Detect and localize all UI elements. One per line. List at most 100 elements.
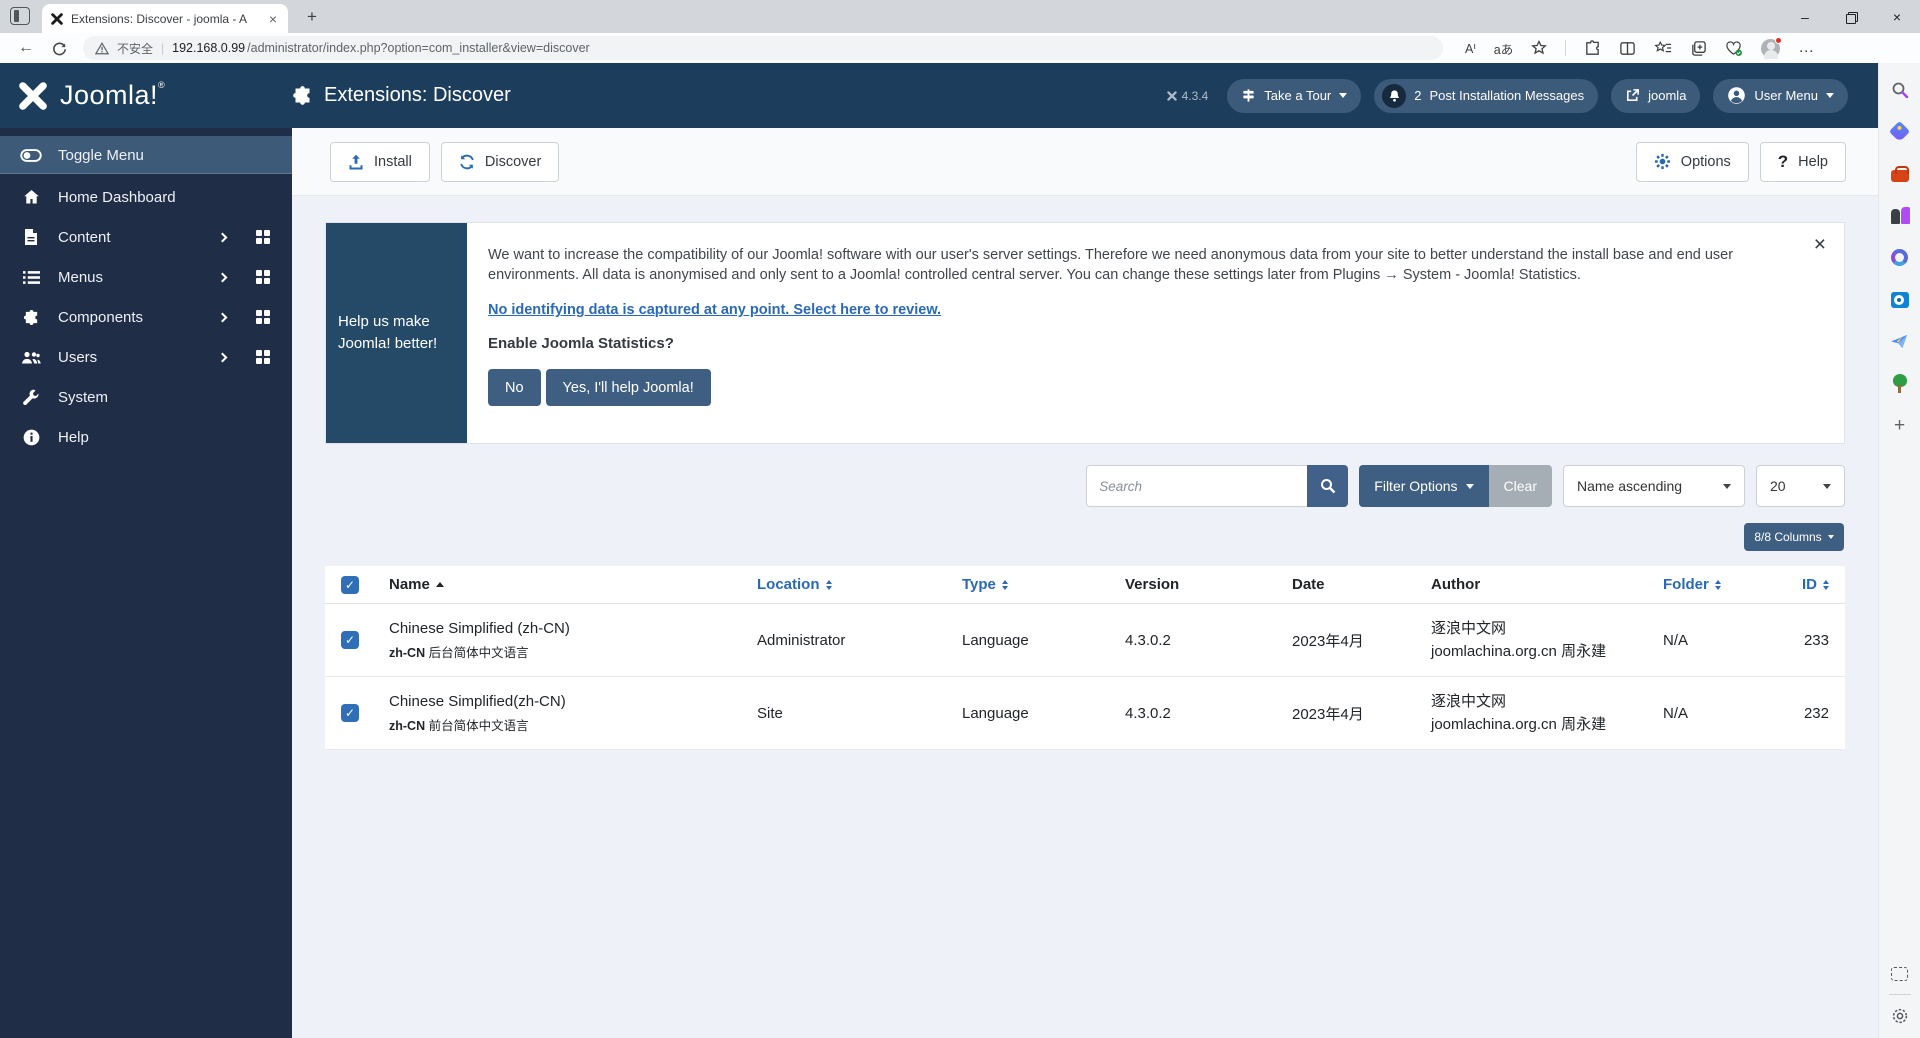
joomla-brand: Joomla!®: [0, 79, 292, 113]
sidebar-item-help[interactable]: Help: [0, 417, 292, 457]
search-icon: [1320, 478, 1336, 494]
window-restore-button[interactable]: [1828, 0, 1874, 33]
collections-icon[interactable]: [1690, 40, 1707, 57]
not-secure-label[interactable]: 不安全: [117, 40, 153, 57]
sidebar-item-home-dashboard[interactable]: Home Dashboard: [0, 177, 292, 217]
column-header-version: Version: [1125, 576, 1292, 593]
cell-location: Administrator: [757, 632, 962, 649]
not-secure-warning-icon: [95, 42, 109, 55]
tab-title: Extensions: Discover - joomla - A: [71, 12, 259, 26]
puzzle-icon: [20, 309, 42, 326]
column-header-location[interactable]: Location: [757, 576, 962, 593]
profile-avatar[interactable]: [1761, 39, 1780, 58]
sidebar-shopping-icon[interactable]: [1889, 121, 1910, 142]
statistics-no-button[interactable]: No: [488, 369, 541, 406]
post-installation-messages-button[interactable]: 2 Post Installation Messages: [1374, 79, 1598, 113]
translate-icon[interactable]: aあ: [1494, 39, 1513, 58]
install-button[interactable]: Install: [330, 142, 430, 182]
select-all-checkbox[interactable]: ✓: [341, 576, 359, 594]
home-icon: [20, 189, 42, 205]
column-header-type[interactable]: Type: [962, 576, 1125, 593]
row-checkbox[interactable]: ✓: [341, 704, 359, 722]
browser-tab[interactable]: Extensions: Discover - joomla - A ×: [42, 4, 288, 33]
sort-ascending-icon: [436, 582, 444, 587]
extension-name: Chinese Simplified (zh-CN): [389, 620, 570, 637]
table-row: ✓ Chinese Simplified(zh-CN) zh-CN 前台简体中文…: [325, 677, 1845, 750]
refresh-icon[interactable]: [52, 41, 67, 56]
column-header-id[interactable]: ID: [1769, 576, 1829, 593]
chevron-right-icon: [218, 352, 228, 362]
favorite-star-icon[interactable]: [1531, 40, 1547, 56]
messages-count-badge: 2: [1414, 88, 1421, 103]
user-menu-button[interactable]: User Menu: [1713, 79, 1848, 113]
external-link-icon: [1625, 88, 1640, 103]
statistics-review-link[interactable]: No identifying data is captured at any p…: [488, 302, 941, 318]
column-header-name[interactable]: Name: [389, 576, 757, 593]
cell-date: 2023年4月: [1292, 630, 1431, 651]
read-aloud-icon[interactable]: Aᑊ: [1465, 41, 1476, 56]
table-header-row: ✓ Name Location Type Version Date Author…: [325, 566, 1845, 604]
favorites-list-icon[interactable]: [1654, 40, 1672, 56]
sidebar-item-system[interactable]: System: [0, 377, 292, 417]
dashboard-grid-icon[interactable]: [256, 270, 270, 284]
clear-button[interactable]: Clear: [1489, 465, 1552, 507]
sort-both-icon: [826, 580, 832, 590]
sidebar-item-content[interactable]: Content: [0, 217, 292, 257]
row-checkbox[interactable]: ✓: [341, 631, 359, 649]
more-menu-icon[interactable]: …: [1798, 39, 1815, 57]
window-minimize-button[interactable]: –: [1782, 0, 1828, 33]
cell-type: Language: [962, 632, 1125, 649]
screenshot-icon[interactable]: [1889, 963, 1910, 984]
take-a-tour-button[interactable]: Take a Tour: [1227, 79, 1361, 113]
close-icon[interactable]: ×: [1814, 233, 1826, 257]
search-button[interactable]: [1307, 465, 1348, 507]
joomla-favicon: [50, 12, 64, 26]
sidebar-settings-gear-icon[interactable]: [1889, 1005, 1910, 1026]
help-button[interactable]: ? Help: [1760, 142, 1846, 182]
back-icon[interactable]: ←: [18, 39, 34, 57]
sidebar-search-icon[interactable]: [1889, 79, 1910, 100]
view-site-button[interactable]: joomla: [1611, 79, 1700, 113]
cell-author: 逐浪中文网joomlachina.org.cn 周永建: [1431, 619, 1663, 661]
page-title: Extensions: Discover: [292, 84, 511, 107]
sidebar-drop-icon[interactable]: [1889, 331, 1910, 352]
sidebar-outlook-icon[interactable]: [1889, 289, 1910, 310]
main-content: Install Discover Options ? Help Help us …: [292, 128, 1878, 1038]
filter-bar: Filter Options Clear Name ascending 20: [292, 465, 1845, 507]
tour-signpost-icon: [1241, 88, 1256, 103]
sidebar-games-icon[interactable]: [1889, 205, 1910, 226]
statistics-yes-button[interactable]: Yes, I'll help Joomla!: [546, 369, 711, 406]
dashboard-grid-icon[interactable]: [256, 350, 270, 364]
search-input[interactable]: [1086, 465, 1307, 507]
sidebar-tools-icon[interactable]: [1889, 163, 1910, 184]
sidebar-item-users[interactable]: Users: [0, 337, 292, 377]
browser-essentials-icon[interactable]: [1725, 40, 1743, 57]
tab-actions-menu-icon[interactable]: [10, 7, 30, 25]
discover-button[interactable]: Discover: [441, 142, 559, 182]
extensions-icon[interactable]: [1584, 40, 1601, 57]
sidebar-item-menus[interactable]: Menus: [0, 257, 292, 297]
limit-select[interactable]: 20: [1756, 465, 1845, 507]
options-button[interactable]: Options: [1636, 142, 1749, 182]
dashboard-grid-icon[interactable]: [256, 230, 270, 244]
address-bar[interactable]: 不安全 | 192.168.0.99/administrator/index.p…: [83, 36, 1443, 60]
browser-tab-strip: Extensions: Discover - joomla - A × + – …: [0, 0, 1920, 33]
sidebar-tree-icon[interactable]: [1889, 373, 1910, 394]
split-screen-icon[interactable]: [1619, 40, 1636, 57]
dashboard-grid-icon[interactable]: [256, 310, 270, 324]
new-tab-button[interactable]: +: [300, 6, 324, 28]
cell-id: 233: [1769, 632, 1829, 649]
sidebar-item-components[interactable]: Components: [0, 297, 292, 337]
sidebar-add-icon[interactable]: +: [1889, 415, 1910, 436]
column-header-folder[interactable]: Folder: [1663, 576, 1769, 593]
tab-close-icon[interactable]: ×: [266, 11, 280, 27]
chevron-down-icon: [1339, 93, 1347, 98]
columns-toggle-button[interactable]: 8/8 Columns: [1744, 523, 1844, 551]
window-close-button[interactable]: ×: [1874, 0, 1920, 33]
page-title-text: Extensions: Discover: [324, 84, 511, 107]
filter-options-button[interactable]: Filter Options: [1359, 465, 1488, 507]
sidebar-microsoft365-icon[interactable]: [1889, 247, 1910, 268]
cell-folder: N/A: [1663, 705, 1769, 722]
sidebar-item-toggle-menu[interactable]: Toggle Menu: [0, 136, 292, 174]
sort-select[interactable]: Name ascending: [1563, 465, 1745, 507]
